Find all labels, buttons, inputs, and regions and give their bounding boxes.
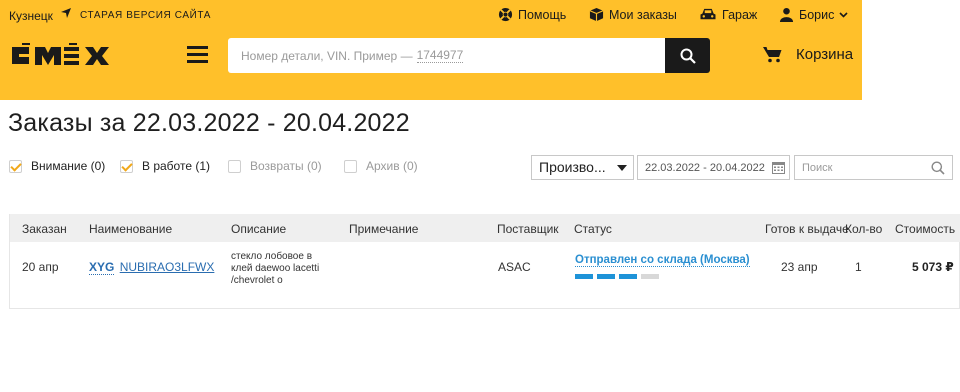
cell-name: XYG NUBIRAO3LFWX [89, 260, 215, 275]
user-icon [779, 7, 794, 22]
garage-link[interactable]: Гараж [699, 7, 757, 22]
description-line: /chevrolet о [231, 275, 283, 286]
search-icon[interactable] [931, 161, 945, 175]
filter-archive[interactable]: Архив (0) [344, 159, 418, 173]
col-description[interactable]: Описание [231, 222, 286, 236]
col-name[interactable]: Наименование [89, 222, 172, 236]
box-icon [589, 7, 604, 22]
garage-label: Гараж [722, 7, 758, 22]
status-step [575, 274, 593, 279]
page-title: Заказы за 22.03.2022 - 20.04.2022 [8, 109, 410, 137]
cart-label: Корзина [796, 46, 854, 63]
cart-link[interactable]: Корзина [763, 46, 853, 63]
calendar-icon[interactable] [772, 161, 785, 174]
menu-burger-icon[interactable] [187, 46, 208, 63]
orders-search-placeholder: Поиск [802, 162, 833, 174]
sort-select-value: Произво... [539, 159, 606, 175]
user-menu[interactable]: Борис [779, 7, 848, 22]
part-brand-link[interactable]: XYG [89, 260, 115, 275]
filter-in-progress-label: В работе (1) [142, 159, 211, 173]
my-orders-label: Мои заказы [609, 7, 677, 22]
city-selector[interactable]: Кузнецк [9, 9, 53, 23]
orders-search-input[interactable]: Поиск [794, 155, 953, 180]
cell-ordered: 20 апр [22, 260, 59, 274]
filter-archive-checkbox[interactable] [344, 159, 357, 173]
user-name: Борис [799, 7, 835, 22]
caret-down-icon [617, 165, 627, 171]
col-ordered[interactable]: Заказан [22, 222, 67, 236]
col-note[interactable]: Примечание [349, 222, 418, 236]
filter-in-progress[interactable]: В работе (1) [120, 159, 210, 173]
lifebuoy-icon [498, 7, 513, 22]
location-arrow-icon [60, 7, 72, 22]
search-example-number[interactable]: 1744977 [416, 48, 464, 63]
part-search-input[interactable]: Номер детали, VIN. Пример — 1744977 [228, 38, 665, 73]
col-status[interactable]: Статус [574, 222, 612, 236]
col-ready[interactable]: Готов к выдаче [765, 222, 849, 236]
sort-select[interactable]: Произво... [531, 155, 634, 180]
status-step [641, 274, 659, 279]
status-step [597, 274, 615, 279]
help-link[interactable]: Помощь [498, 7, 566, 22]
car-icon [700, 8, 716, 20]
chevron-down-icon [839, 11, 848, 18]
description-line: клей daewoo lacetti [231, 263, 320, 274]
search-icon [680, 48, 696, 64]
cell-qty: 1 [855, 260, 862, 274]
emex-logo[interactable] [9, 38, 129, 72]
cart-icon [763, 47, 782, 63]
site-header: Кузнецк СТАРАЯ ВЕРСИЯ САЙТА Помощь Мои з… [0, 0, 862, 100]
filter-in-progress-checkbox[interactable] [120, 159, 133, 173]
col-price[interactable]: Стоимость [895, 222, 955, 236]
table-header: Заказан Наименование Описание Примечание… [10, 214, 960, 242]
filter-archive-label: Архив (0) [366, 159, 418, 173]
date-range-value: 22.03.2022 - 20.04.2022 [645, 162, 765, 174]
status-step [619, 274, 637, 279]
part-article-link[interactable]: NUBIRAO3LFWX [120, 260, 215, 274]
my-orders-link[interactable]: Мои заказы [589, 7, 677, 22]
top-bar: Кузнецк СТАРАЯ ВЕРСИЯ САЙТА Помощь Мои з… [0, 0, 862, 30]
search-placeholder: Номер детали, VIN. Пример — [241, 48, 413, 63]
status-link[interactable]: Отправлен со склада (Москва) [575, 254, 750, 267]
table-row[interactable]: 20 апр XYG NUBIRAO3LFWX стекло лобовое в… [10, 242, 960, 308]
filter-attention-label: Внимание (0) [31, 159, 106, 173]
col-qty[interactable]: Кол-во [845, 222, 882, 236]
col-supplier[interactable]: Поставщик [497, 222, 559, 236]
cell-ready: 23 апр [781, 260, 818, 274]
filter-returns[interactable]: Возвраты (0) [228, 159, 322, 173]
cell-status: Отправлен со склада (Москва) [575, 252, 750, 267]
search-button[interactable] [665, 38, 710, 73]
filter-attention[interactable]: Внимание (0) [9, 159, 105, 173]
filter-returns-checkbox[interactable] [228, 159, 241, 173]
cell-supplier: ASAC [498, 260, 531, 274]
cell-price: 5 073 ₽ [912, 260, 954, 274]
filter-returns-label: Возвраты (0) [250, 159, 322, 173]
filter-attention-checkbox[interactable] [9, 159, 22, 173]
help-label: Помощь [518, 7, 567, 22]
old-version-link[interactable]: СТАРАЯ ВЕРСИЯ САЙТА [80, 10, 211, 21]
status-progress [575, 274, 659, 279]
description-line: стекло лобовое в [231, 251, 313, 262]
date-range-input[interactable]: 22.03.2022 - 20.04.2022 [637, 155, 790, 180]
cell-description: стекло лобовое в клей daewoo lacetti /ch… [231, 251, 319, 287]
orders-table: Заказан Наименование Описание Примечание… [9, 214, 960, 309]
